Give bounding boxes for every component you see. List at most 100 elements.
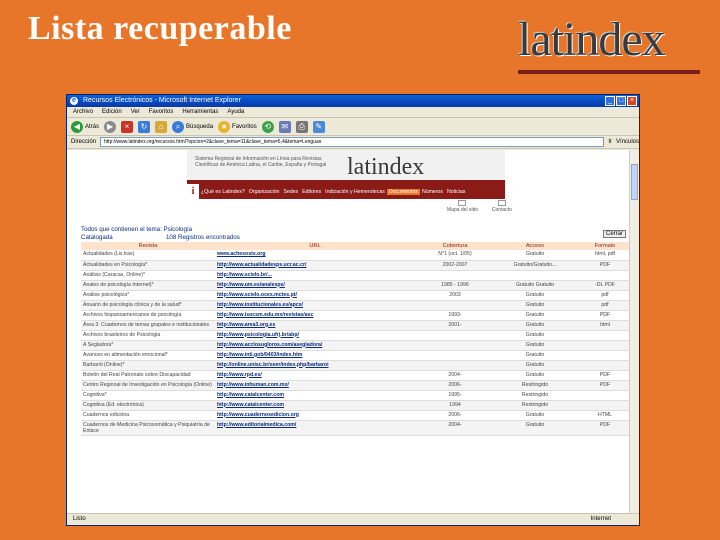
results-table: Revista URL Cobertura Acceso Formato Act… xyxy=(81,242,631,436)
cell-formato: html, pdf xyxy=(575,250,631,261)
forward-arrow-icon[interactable]: ▶ xyxy=(104,120,117,133)
stop-icon[interactable]: × xyxy=(121,120,134,133)
cell-acceso xyxy=(495,270,575,281)
cell-url[interactable]: http://www.um.es/analesps/ xyxy=(215,280,415,291)
cell-url[interactable]: http://www.actualidadesps.ucr.ac.cr/ xyxy=(215,260,415,271)
cell-url[interactable]: www.achesosts.org xyxy=(215,250,415,261)
menu-item-archivo[interactable]: Archivo xyxy=(73,107,93,117)
cell-revista: A Segladora* xyxy=(81,340,215,351)
cell-cobertura xyxy=(415,340,495,351)
cell-acceso: Gratuito xyxy=(495,330,575,341)
menu-item-edicion[interactable]: Edición xyxy=(102,107,122,117)
menu-item-favoritos[interactable]: Favoritos xyxy=(149,107,174,117)
table-row: Cuadernos de Medicina Psicosomática y Ps… xyxy=(81,420,631,436)
cell-formato xyxy=(575,350,631,361)
address-input[interactable]: http://www.latindex.org/recursos.html?op… xyxy=(100,137,605,147)
cell-cobertura: N°1 (oct. 1/05) xyxy=(415,250,495,261)
cell-revista: Análisis (Caracas, Online)* xyxy=(81,270,215,281)
back-button[interactable]: ◀ Atrás xyxy=(71,120,100,133)
cell-cobertura xyxy=(415,300,495,311)
cell-url[interactable]: http://www.area3.org.es xyxy=(215,320,415,331)
header-cobertura[interactable]: Cobertura xyxy=(415,242,495,250)
cell-acceso: Gratuito Gratuito xyxy=(495,280,575,291)
nav-numeros[interactable]: Números xyxy=(420,189,445,195)
refresh-icon[interactable]: ↻ xyxy=(138,120,151,133)
table-row: Análisis (Caracas, Online)* http://www.sc… xyxy=(81,270,631,281)
cell-url[interactable]: http://www.catalcenter.com xyxy=(215,390,415,401)
go-button[interactable]: Ir xyxy=(608,139,612,145)
header-formato[interactable]: Formato xyxy=(575,242,631,250)
header-url[interactable]: URL xyxy=(215,242,415,250)
cell-url[interactable]: http://www.inhuman.com.mx/ xyxy=(215,380,415,391)
ie-icon: e xyxy=(70,97,78,105)
cell-url[interactable]: http://www.editorialmedica.com/ xyxy=(215,420,415,436)
result-info: Todos que contienen el tema: Psicología … xyxy=(81,226,240,242)
menu-item-herramientas[interactable]: Herramientas xyxy=(182,107,218,117)
nav-que-es[interactable]: ¿Qué es Latindex? xyxy=(199,189,247,195)
cell-acceso: Gratuito xyxy=(495,410,575,421)
edit-icon[interactable]: ✎ xyxy=(312,120,325,133)
nav-organizacion[interactable]: Organización xyxy=(247,189,282,195)
cell-url[interactable]: http://www.inti.gob/0403/index.htm xyxy=(215,350,415,361)
cell-acceso: Gratuito xyxy=(495,320,575,331)
table-row: Análise psicológica* http://www.scielo.oc… xyxy=(81,290,631,301)
contact-link[interactable]: Contacto xyxy=(492,200,512,213)
sitemap-link[interactable]: Mapa del sitio xyxy=(447,200,478,213)
menu-item-ayuda[interactable]: Ayuda xyxy=(227,107,244,117)
cell-url[interactable]: http://www.psicologia.ufrj.br/abp/ xyxy=(215,330,415,341)
mail-icon[interactable]: ✉ xyxy=(278,120,291,133)
back-label: Atrás xyxy=(85,123,100,130)
sitemap-icon xyxy=(458,200,467,206)
cell-revista: Análise psicológica* xyxy=(81,290,215,301)
table-row: Archivos brasileiros de Psicologia http:/… xyxy=(81,330,631,341)
search-button[interactable]: ⌕ Búsqueda xyxy=(172,120,214,133)
cell-url[interactable]: http://www.scielo.br/... xyxy=(215,270,415,281)
favorites-button[interactable]: ★ Favoritos xyxy=(218,120,257,133)
nav-editores[interactable]: Editores xyxy=(300,189,323,195)
nav-sedes[interactable]: Sedes xyxy=(281,189,300,195)
nav-noticias[interactable]: Noticias xyxy=(445,189,467,195)
scroll-thumb[interactable] xyxy=(631,164,638,200)
cell-formato: PDF xyxy=(575,380,631,391)
cell-cobertura: 2002-2007 xyxy=(415,260,495,271)
contact-label: Contacto xyxy=(491,207,512,213)
header-acceso[interactable]: Acceso xyxy=(495,242,575,250)
cell-acceso: Gratuito xyxy=(495,310,575,321)
cell-url[interactable]: http://www.catalcenter.com xyxy=(215,400,415,411)
cell-url[interactable]: http://www.scielo.oces.mctes.pt/ xyxy=(215,290,415,301)
cell-cobertura xyxy=(415,360,495,371)
cell-cobertura xyxy=(415,350,495,361)
cell-formato: PDF xyxy=(575,310,631,321)
cell-url[interactable]: http://www.cuadernosedicion.org xyxy=(215,410,415,421)
close-button[interactable]: × xyxy=(627,96,637,106)
minimize-button[interactable]: _ xyxy=(605,96,615,106)
print-icon[interactable]: ⎙ xyxy=(295,120,308,133)
cell-formato xyxy=(575,360,631,371)
cell-url[interactable]: http://www.institucionales.es/apcs/ xyxy=(215,300,415,311)
cell-url[interactable]: http://online.unisc.br/seer/index.php/ba… xyxy=(215,360,415,371)
table-row: Boletín del Real Patronato sobre Discapa… xyxy=(81,370,631,381)
home-icon[interactable]: ⌂ xyxy=(155,120,168,133)
close-list-button[interactable]: Cerrar xyxy=(603,230,627,238)
menubar: Archivo Edición Ver Favoritos Herramient… xyxy=(67,107,639,118)
history-icon[interactable]: ⟲ xyxy=(261,120,274,133)
header-revista[interactable]: Revista xyxy=(81,242,215,250)
vertical-scrollbar[interactable] xyxy=(629,150,639,515)
maximize-button[interactable]: □ xyxy=(616,96,626,106)
nav-indizacion[interactable]: Indización y Hemerotecas xyxy=(323,189,387,195)
search-label: Búsqueda xyxy=(186,123,214,130)
cell-url[interactable]: http://www.rpd.es/ xyxy=(215,370,415,381)
menu-item-ver[interactable]: Ver xyxy=(131,107,140,117)
cell-url[interactable]: http://www.acclosugloros.com/asegladora/ xyxy=(215,340,415,351)
cell-revista: Archivos hispanoamericanos de psicología xyxy=(81,310,215,321)
cell-url[interactable]: http://www.isocsm.edu.mx/revistas/asc xyxy=(215,310,415,321)
cell-revista: Avances en alimentación emocional* xyxy=(81,350,215,361)
banner-logo: latindex xyxy=(347,154,425,180)
links-label[interactable]: Vínculos xyxy=(616,139,639,145)
cell-cobertura: 2003 xyxy=(415,290,495,301)
nav-documentos[interactable]: Documentos xyxy=(386,188,420,195)
table-row: A Segladora* http://www.acclosugloros.com… xyxy=(81,340,631,351)
status-text: Listo xyxy=(73,516,86,522)
table-row: Actualidades en Psicología* http://www.ac… xyxy=(81,260,631,271)
catalog-label: Catalogada xyxy=(81,234,113,241)
